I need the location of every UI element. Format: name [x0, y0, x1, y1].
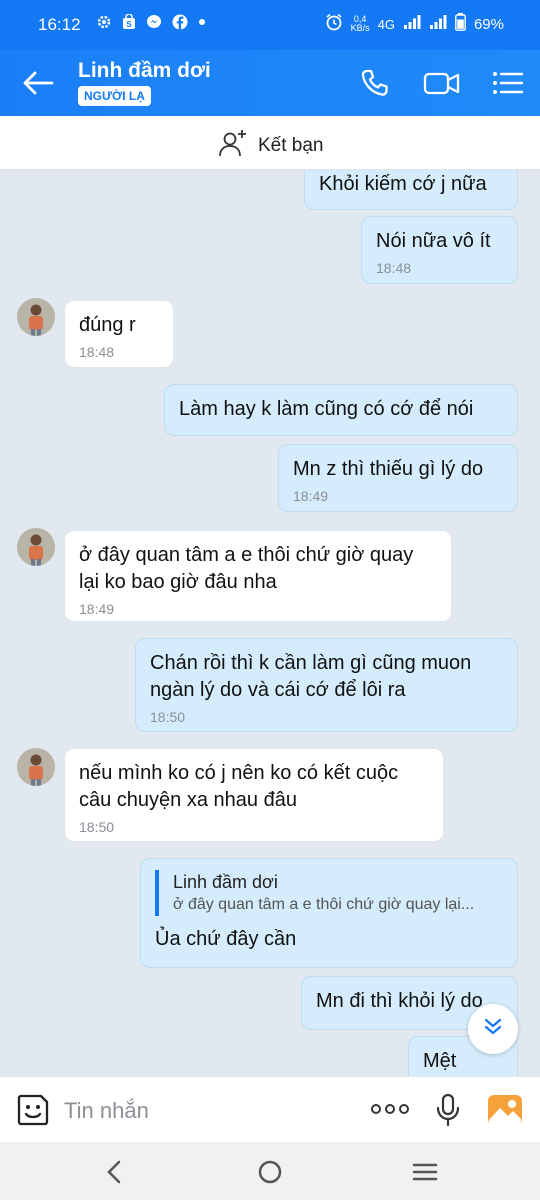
message-bubble[interactable]: Chán rồi thì k cần làm gì cũng muon ngàn…: [135, 638, 518, 732]
status-time: 16:12: [38, 15, 81, 34]
dot-icon: [198, 18, 206, 26]
quote-text: ở đây quan tâm a e thôi chứ giờ quay lại…: [173, 896, 475, 913]
message-text: Chán rồi thì k cần làm gì cũng muon ngàn…: [150, 652, 472, 701]
nav-home-icon[interactable]: [256, 1158, 284, 1186]
stranger-badge: NGƯỜI LẠ: [78, 86, 151, 106]
add-friend-bar: Kết bạn: [0, 116, 540, 170]
battery-icon: [455, 13, 466, 35]
message-text: Ủa chứ đây cần: [155, 928, 297, 950]
message-text: Làm hay k làm cũng có cớ để nói: [179, 398, 474, 420]
message-text: nếu mình ko có j nên ko có kết cuộc câu …: [79, 762, 399, 811]
message-text: ở đây quan tâm a e thôi chứ giờ quay lại…: [79, 544, 414, 593]
add-user-icon: [218, 128, 248, 164]
nav-back-icon[interactable]: [101, 1158, 129, 1186]
message-time: 18:48: [79, 344, 115, 360]
notification-icons: S: [96, 14, 206, 30]
alarm-icon: [325, 13, 343, 35]
avatar[interactable]: [17, 748, 55, 786]
back-arrow-icon[interactable]: [20, 68, 56, 98]
status-right: 0,4 KB/s 4G 69%: [325, 13, 504, 35]
video-camera-icon[interactable]: [423, 66, 461, 100]
message-bubble[interactable]: Mn z thì thiếu gì lý do 18:49: [278, 444, 518, 512]
system-nav-bar: [0, 1142, 540, 1200]
more-dots-icon[interactable]: [370, 1099, 410, 1119]
message-time: 18:49: [79, 601, 115, 617]
messenger-icon: [146, 14, 162, 30]
message-list[interactable]: Khỏi kiếm cớ j nữa Nói nữa vô ít 18:48 đ…: [0, 170, 540, 1076]
settings-gear-icon: [96, 14, 112, 30]
message-time: 18:49: [293, 488, 329, 504]
message-text: Mn z thì thiếu gì lý do: [293, 458, 484, 480]
contact-name[interactable]: Linh đầm dơi: [78, 59, 211, 83]
double-chevron-down-icon: [482, 1016, 504, 1043]
signal-icon: [403, 14, 421, 34]
message-text: đúng r: [79, 314, 136, 336]
message-time: 18:50: [79, 819, 115, 835]
message-text: Khỏi kiếm cớ j nữa: [319, 173, 487, 195]
avatar[interactable]: [17, 298, 55, 336]
message-input[interactable]: Tin nhắn: [64, 1098, 149, 1124]
add-friend-label: Kết bạn: [258, 135, 324, 156]
message-time: 18:50: [150, 709, 186, 725]
status-bar: 16:12 S 0,4 KB/s 4G 69%: [0, 0, 540, 50]
net-speed: 0,4 KB/s: [350, 14, 370, 33]
message-bubble[interactable]: Khỏi kiếm cớ j nữa: [304, 170, 518, 210]
message-bubble[interactable]: Làm hay k làm cũng có cớ để nói: [164, 384, 518, 436]
message-bubble[interactable]: Nói nữa vô ít 18:48: [361, 216, 518, 284]
message-time: 18:48: [376, 260, 412, 276]
image-icon[interactable]: [487, 1094, 523, 1126]
scroll-to-bottom-button[interactable]: [468, 1004, 518, 1054]
message-bubble[interactable]: đúng r 18:48: [64, 300, 174, 368]
shopping-bag-icon: S: [122, 14, 136, 30]
network-type: 4G: [377, 16, 395, 32]
microphone-icon[interactable]: [435, 1093, 461, 1127]
reply-quote[interactable]: Linh đầm dơi ở đây quan tâm a e thôi chứ…: [155, 870, 503, 916]
list-menu-icon[interactable]: [490, 66, 526, 100]
svg-text:S: S: [126, 20, 132, 29]
quote-author: Linh đầm dơi: [173, 872, 278, 892]
avatar[interactable]: [17, 528, 55, 566]
sticker-icon[interactable]: [16, 1093, 50, 1127]
message-input-bar: Tin nhắn: [0, 1076, 540, 1142]
phone-icon[interactable]: [358, 66, 392, 100]
message-bubble[interactable]: nếu mình ko có j nên ko có kết cuộc câu …: [64, 748, 444, 842]
quoted-reply-bubble[interactable]: Linh đầm dơi ở đây quan tâm a e thôi chứ…: [140, 858, 518, 968]
message-bubble[interactable]: ở đây quan tâm a e thôi chứ giờ quay lại…: [64, 530, 452, 622]
battery-percent: 69%: [473, 15, 504, 33]
signal-icon-2: [429, 14, 447, 34]
chat-header: Linh đầm dơi NGƯỜI LẠ: [0, 50, 540, 116]
nav-recents-icon[interactable]: [411, 1158, 439, 1186]
facebook-icon: [172, 14, 188, 30]
message-text: Nói nữa vô ít: [376, 230, 491, 252]
add-friend-button[interactable]: Kết bạn: [218, 128, 324, 164]
